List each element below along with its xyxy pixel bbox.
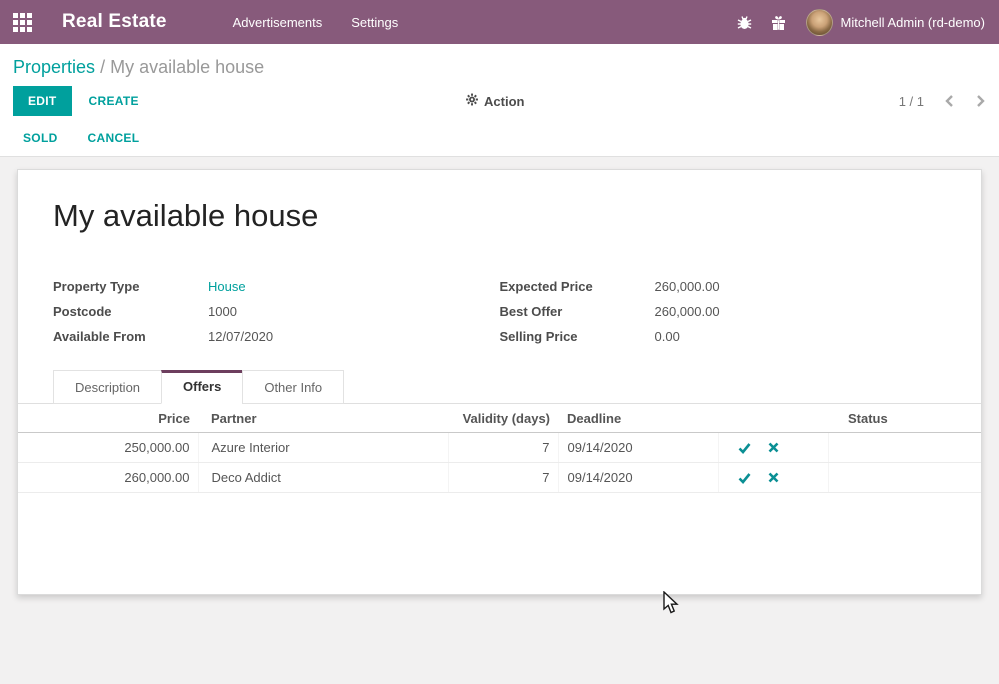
edit-button[interactable]: EDIT <box>13 86 72 116</box>
form-statusbar: SOLD CANCEL <box>0 120 999 157</box>
field-label: Selling Price <box>500 329 655 344</box>
col-status[interactable]: Status <box>828 404 981 433</box>
col-partner[interactable]: Partner <box>198 404 448 433</box>
breadcrumb-separator: / <box>100 57 110 77</box>
notebook-tabs: Description Offers Other Info <box>18 370 981 404</box>
col-price[interactable]: Price <box>18 404 198 433</box>
top-navbar: Real Estate Advertisements Settings <box>0 0 999 44</box>
tab-other-info[interactable]: Other Info <box>242 370 344 404</box>
app-brand[interactable]: Real Estate <box>62 11 167 33</box>
form-view: My available house Property Type House P… <box>0 157 999 595</box>
field-label: Expected Price <box>500 279 655 294</box>
breadcrumb-current: My available house <box>110 57 264 77</box>
field-expected-price: Expected Price 260,000.00 <box>500 274 947 299</box>
menu-settings[interactable]: Settings <box>351 1 398 44</box>
selling-price-value: 0.00 <box>655 329 680 344</box>
col-deadline[interactable]: Deadline <box>558 404 718 433</box>
field-label: Postcode <box>53 304 208 319</box>
best-offer-value: 260,000.00 <box>655 304 720 319</box>
field-group-right: Expected Price 260,000.00 Best Offer 260… <box>500 274 947 349</box>
offer-deadline: 09/14/2020 <box>558 433 718 463</box>
navbar-right: Mitchell Admin (rd-demo) <box>720 9 986 36</box>
accept-offer-icon[interactable] <box>738 442 751 454</box>
mouse-cursor <box>663 591 681 620</box>
apps-menu-icon[interactable] <box>13 13 32 32</box>
create-button[interactable]: CREATE <box>89 94 139 108</box>
accept-offer-icon[interactable] <box>738 472 751 484</box>
offer-validity: 7 <box>448 463 558 493</box>
offers-table: Price Partner Validity (days) Deadline S… <box>18 404 981 493</box>
pager-next-icon[interactable] <box>975 94 986 108</box>
field-available-from: Available From 12/07/2020 <box>53 324 500 349</box>
field-groups: Property Type House Postcode 1000 Availa… <box>53 274 946 349</box>
offer-row[interactable]: 260,000.00 Deco Addict 7 09/14/2020 <box>18 463 981 493</box>
offer-price: 260,000.00 <box>18 463 198 493</box>
action-menu-label: Action <box>484 94 524 109</box>
pager: 1 / 1 <box>899 94 986 109</box>
offer-validity: 7 <box>448 433 558 463</box>
gift-icon[interactable] <box>770 13 788 31</box>
offer-actions <box>718 463 828 493</box>
refuse-offer-icon[interactable] <box>768 442 779 454</box>
property-title: My available house <box>53 198 981 234</box>
tab-description[interactable]: Description <box>53 370 162 404</box>
offer-actions <box>718 433 828 463</box>
offers-header-row: Price Partner Validity (days) Deadline S… <box>18 404 981 433</box>
bug-icon[interactable] <box>736 13 754 31</box>
field-label: Property Type <box>53 279 208 294</box>
form-sheet: My available house Property Type House P… <box>17 169 982 595</box>
refuse-offer-icon[interactable] <box>768 472 779 484</box>
field-postcode: Postcode 1000 <box>53 299 500 324</box>
user-avatar[interactable] <box>806 9 833 36</box>
sold-button[interactable]: SOLD <box>23 131 58 145</box>
breadcrumb-properties-link[interactable]: Properties <box>13 57 95 77</box>
offer-price: 250,000.00 <box>18 433 198 463</box>
field-label: Best Offer <box>500 304 655 319</box>
property-type-link[interactable]: House <box>208 279 246 294</box>
postcode-value: 1000 <box>208 304 237 319</box>
tab-offers[interactable]: Offers <box>161 370 243 404</box>
nav-menus: Advertisements Settings <box>233 1 399 44</box>
pager-count: 1 / 1 <box>899 94 924 109</box>
action-menu-button[interactable]: Action <box>465 93 524 109</box>
cancel-button[interactable]: CANCEL <box>88 131 140 145</box>
field-group-left: Property Type House Postcode 1000 Availa… <box>53 274 500 349</box>
offer-partner: Azure Interior <box>198 433 448 463</box>
gear-icon <box>465 93 478 109</box>
col-actions <box>718 404 828 433</box>
col-validity[interactable]: Validity (days) <box>448 404 558 433</box>
offer-row[interactable]: 250,000.00 Azure Interior 7 09/14/2020 <box>18 433 981 463</box>
field-best-offer: Best Offer 260,000.00 <box>500 299 947 324</box>
user-menu[interactable]: Mitchell Admin (rd-demo) <box>841 15 986 30</box>
field-label: Available From <box>53 329 208 344</box>
field-property-type: Property Type House <box>53 274 500 299</box>
offer-status <box>828 463 981 493</box>
control-panel: EDIT CREATE Action 1 / 1 <box>0 82 999 120</box>
pager-previous-icon[interactable] <box>944 94 955 108</box>
offer-status <box>828 433 981 463</box>
offer-deadline: 09/14/2020 <box>558 463 718 493</box>
offer-partner: Deco Addict <box>198 463 448 493</box>
expected-price-value: 260,000.00 <box>655 279 720 294</box>
field-selling-price: Selling Price 0.00 <box>500 324 947 349</box>
breadcrumb: Properties / My available house <box>0 44 999 82</box>
menu-advertisements[interactable]: Advertisements <box>233 1 323 44</box>
available-from-value: 12/07/2020 <box>208 329 273 344</box>
